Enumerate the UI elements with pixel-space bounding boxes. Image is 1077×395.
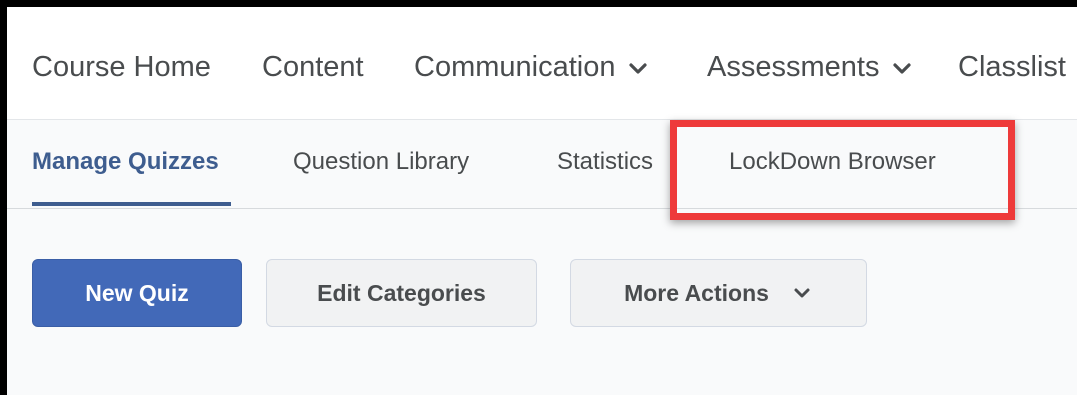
edit-categories-button[interactable]: Edit Categories <box>266 259 537 327</box>
tab-label: Statistics <box>557 148 654 175</box>
nav-item-classlist[interactable]: Classlist <box>958 51 1066 84</box>
nav-item-label: Assessments <box>707 51 880 83</box>
tab-label: Manage Quizzes <box>32 148 219 175</box>
nav-item-assessments[interactable]: Assessments <box>707 51 913 84</box>
nav-item-label: Course Home <box>32 51 211 83</box>
nav-item-communication[interactable]: Communication <box>414 51 649 84</box>
page-frame: Course Home Content Communication Assess… <box>0 0 1077 395</box>
chevron-down-icon <box>791 282 813 304</box>
nav-item-label: Content <box>262 51 364 83</box>
new-quiz-button[interactable]: New Quiz <box>32 259 242 327</box>
tab-manage-quizzes[interactable]: Manage Quizzes <box>32 148 219 176</box>
nav-item-course-home[interactable]: Course Home <box>32 51 211 84</box>
button-label: More Actions <box>624 279 769 306</box>
nav-item-label: Classlist <box>958 51 1066 83</box>
chevron-down-icon <box>891 57 913 79</box>
button-label: Edit Categories <box>317 279 486 306</box>
chevron-down-icon <box>627 57 649 79</box>
nav-item-content[interactable]: Content <box>262 51 364 84</box>
quiz-subtabs: Manage Quizzes Question Library Statisti… <box>7 120 1077 220</box>
tab-statistics[interactable]: Statistics <box>557 148 653 176</box>
tab-label: Question Library <box>293 148 470 175</box>
active-tab-indicator <box>32 202 231 206</box>
course-navbar: Course Home Content Communication Assess… <box>7 7 1077 119</box>
quiz-tool-area: Manage Quizzes Question Library Statisti… <box>7 119 1077 395</box>
button-label: New Quiz <box>85 279 189 306</box>
more-actions-button[interactable]: More Actions <box>570 259 867 327</box>
tab-question-library[interactable]: Question Library <box>293 148 469 176</box>
highlight-box <box>670 120 1015 220</box>
nav-item-label: Communication <box>414 51 616 83</box>
